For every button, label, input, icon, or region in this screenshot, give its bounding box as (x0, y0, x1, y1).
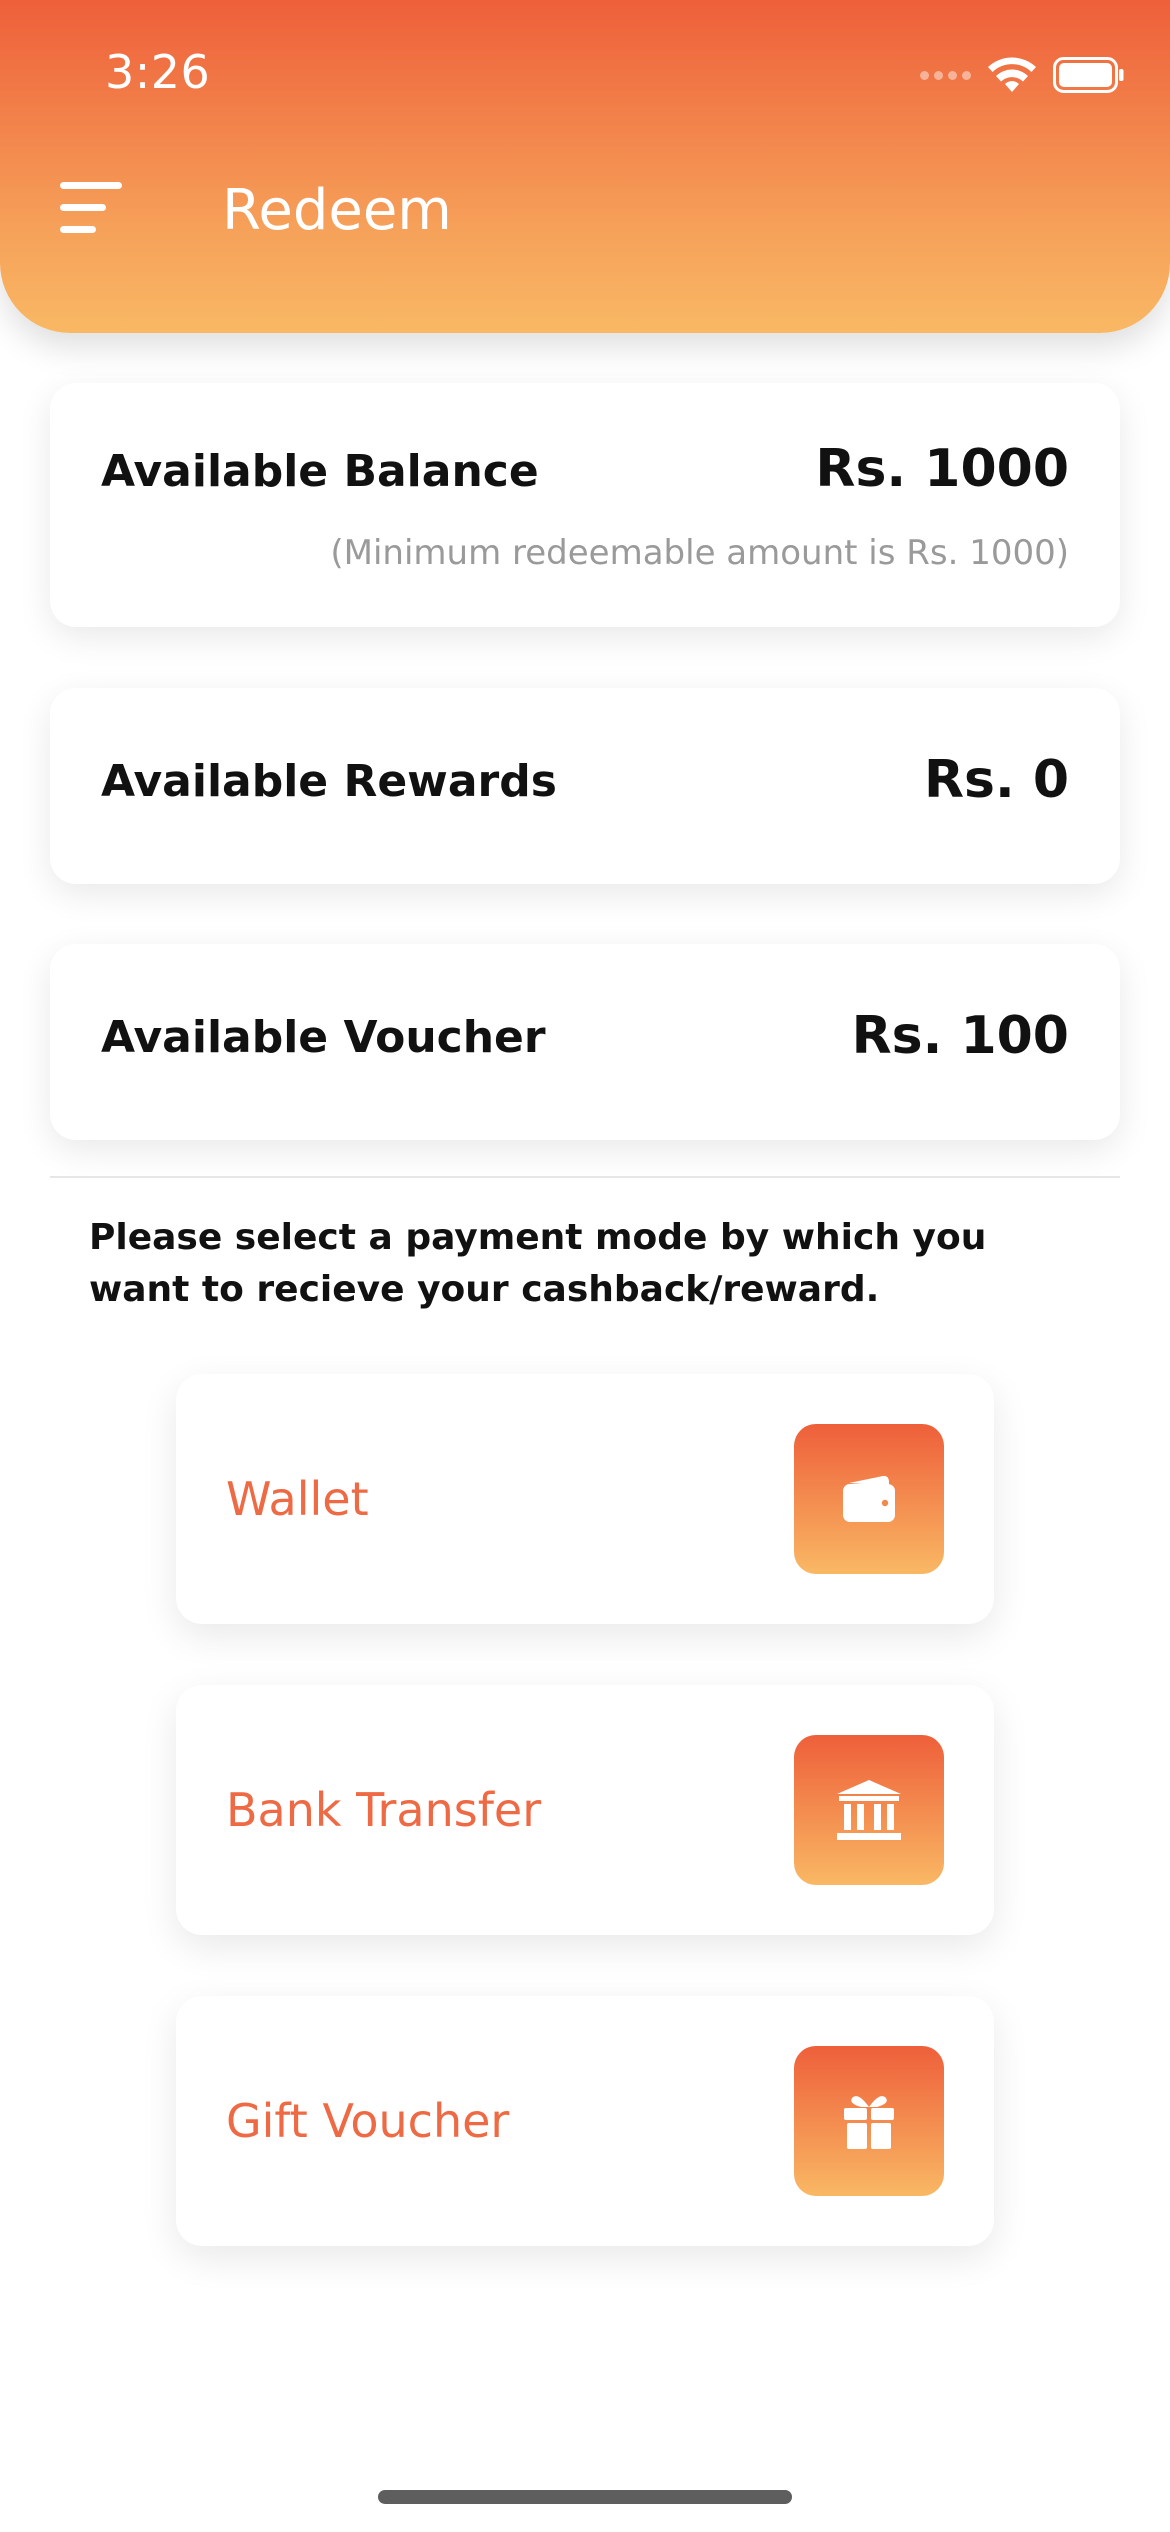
available-balance-card: Available Balance Rs. 1000 (Minimum rede… (50, 383, 1120, 627)
status-time: 3:26 (105, 45, 211, 99)
minimum-amount-note: (Minimum redeemable amount is Rs. 1000) (330, 533, 1069, 573)
menu-icon[interactable] (60, 178, 130, 238)
available-voucher-card: Available Voucher Rs. 100 (50, 944, 1120, 1140)
available-rewards-label: Available Rewards (101, 756, 557, 807)
status-icons (920, 55, 1125, 95)
wifi-icon (988, 57, 1036, 92)
wallet-option-label: Wallet (226, 1472, 369, 1526)
battery-icon (1053, 57, 1124, 93)
available-voucher-value: Rs. 100 (851, 1006, 1069, 1066)
gift-voucher-option[interactable]: Gift Voucher (176, 1996, 994, 2246)
header-bar: 3:26 Redeem (0, 0, 1170, 333)
available-balance-label: Available Balance (101, 446, 539, 497)
home-indicator[interactable] (378, 2490, 792, 2504)
payment-mode-instruction: Please select a payment mode by which yo… (89, 1217, 987, 1310)
available-rewards-card: Available Rewards Rs. 0 (50, 688, 1120, 884)
wallet-icon (794, 1424, 944, 1574)
available-balance-value: Rs. 1000 (815, 439, 1069, 499)
redeem-screen: 3:26 Redeem Available Balance Rs. 1000 (… (0, 0, 1170, 2532)
gift-icon (794, 2046, 944, 2196)
section-divider (50, 1176, 1120, 1178)
page-title: Redeem (222, 178, 452, 243)
bank-transfer-option[interactable]: Bank Transfer (176, 1685, 994, 1935)
wallet-option[interactable]: Wallet (176, 1374, 994, 1624)
gift-voucher-option-label: Gift Voucher (226, 2094, 510, 2148)
bank-icon (794, 1735, 944, 1885)
available-rewards-value: Rs. 0 (923, 750, 1069, 810)
cellular-signal-icon (920, 70, 971, 80)
available-voucher-label: Available Voucher (101, 1012, 546, 1063)
bank-transfer-option-label: Bank Transfer (226, 1783, 542, 1837)
